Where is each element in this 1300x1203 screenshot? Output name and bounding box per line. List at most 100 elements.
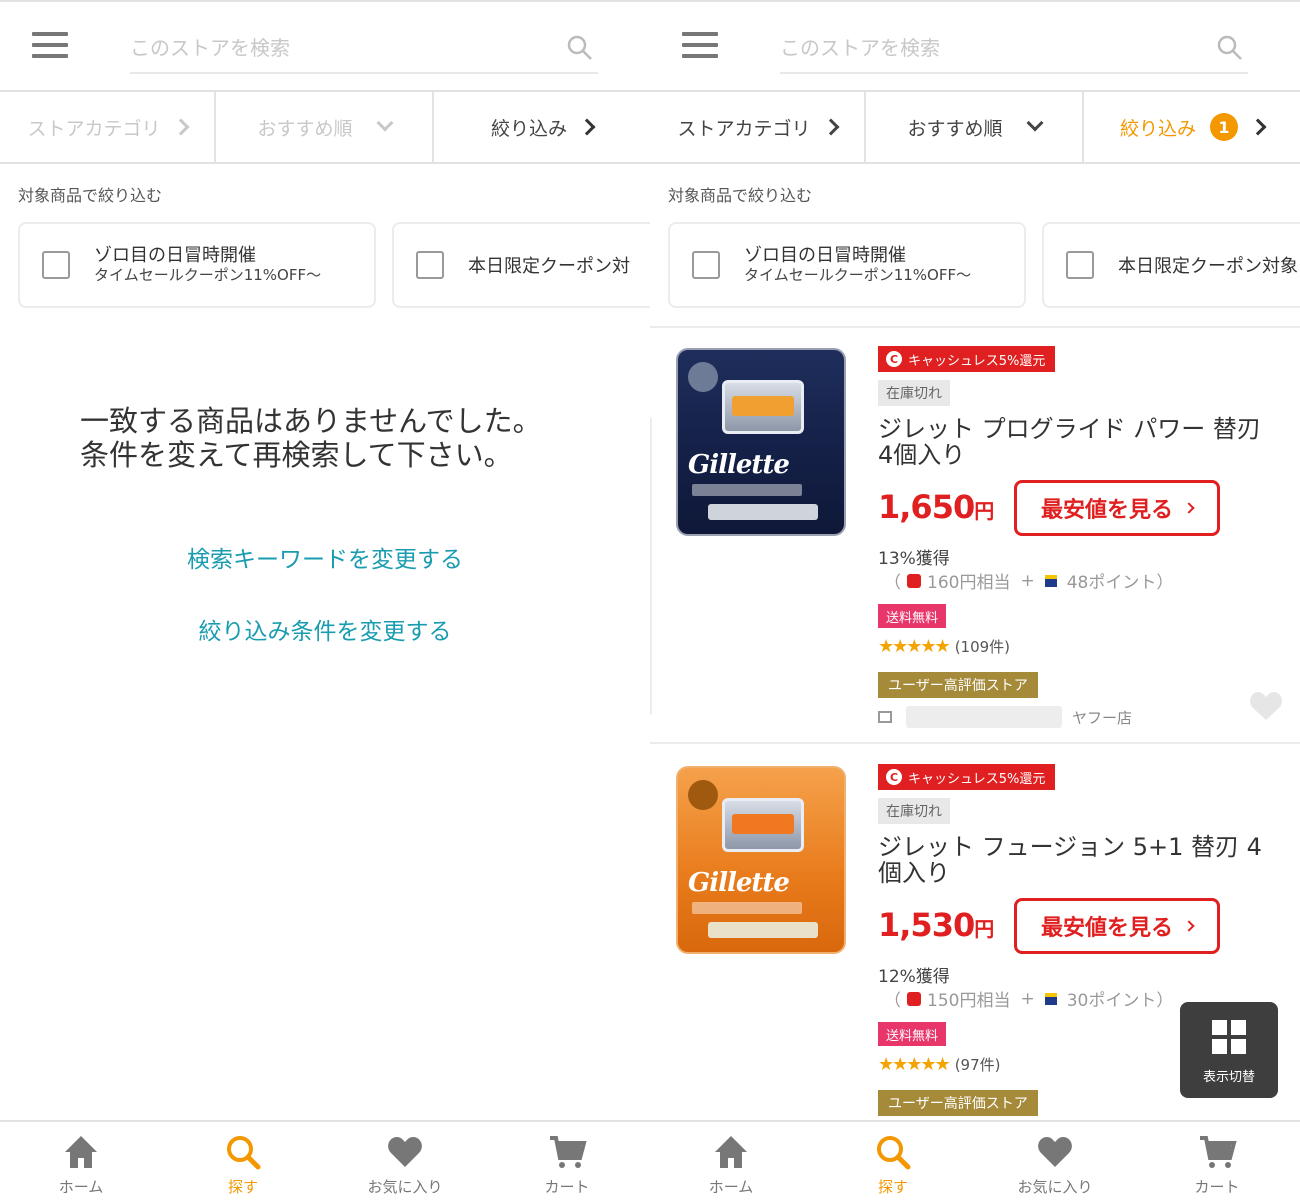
nav-label: ホーム bbox=[58, 1178, 104, 1196]
divider bbox=[650, 326, 1300, 328]
free-shipping-badge: 送料無料 bbox=[878, 1022, 947, 1046]
grid-icon bbox=[1212, 1020, 1246, 1054]
points-detail: （ 150円相当 +30ポイント） bbox=[884, 986, 1173, 1012]
star-icons: ★★★★★ bbox=[878, 636, 951, 657]
product-image-brand: Gillette bbox=[688, 450, 790, 480]
chevron-right-icon bbox=[1183, 920, 1195, 932]
chip-subtitle: タイムセールクーポン11%OFF～ bbox=[94, 266, 322, 284]
points-plus: + bbox=[1020, 988, 1035, 1009]
chip-title: 本日限定クーポン対象 bbox=[1118, 256, 1298, 277]
store-category-label: ストアカテゴリ bbox=[27, 117, 161, 140]
nav-search[interactable]: 探す bbox=[162, 1122, 324, 1203]
nav-cart[interactable]: カート bbox=[486, 1122, 648, 1203]
filter-chip-daily-coupon[interactable]: 本日限定クーポン対 bbox=[392, 222, 650, 308]
cheapest-label: 最安値を見る bbox=[1040, 498, 1173, 523]
right-screen: ストアカテゴリ おすすめ順 絞り込み 1 対象商品で絞り込む ゾロ目の日冒時開催… bbox=[650, 0, 1300, 1203]
narrow-button[interactable]: 絞り込み 1 bbox=[1084, 92, 1300, 162]
cart-icon bbox=[550, 1136, 587, 1168]
razor-blade-icon bbox=[732, 396, 794, 416]
filter-chip-daily-coupon[interactable]: 本日限定クーポン対象 bbox=[1042, 222, 1300, 308]
sort-select[interactable]: おすすめ順 bbox=[216, 92, 434, 162]
heart-icon bbox=[1038, 1137, 1072, 1167]
checkbox[interactable] bbox=[42, 251, 70, 279]
store-suffix: ヤフー店 bbox=[1072, 708, 1133, 727]
header bbox=[0, 0, 650, 92]
chevron-right-icon bbox=[1249, 118, 1267, 136]
nav-favorites[interactable]: お気に入り bbox=[974, 1122, 1136, 1203]
bottom-nav: ホーム 探す お気に入り カート bbox=[0, 1120, 650, 1203]
cheapest-price-button[interactable]: 最安値を見る bbox=[1014, 480, 1220, 536]
points-t: 48ポイント） bbox=[1066, 573, 1174, 593]
gillette-roundel-icon bbox=[688, 362, 718, 392]
store-category-button[interactable]: ストアカテゴリ bbox=[0, 92, 216, 162]
checkbox[interactable] bbox=[692, 251, 720, 279]
search-icon bbox=[877, 1136, 911, 1170]
search-input[interactable] bbox=[130, 26, 550, 70]
nav-search[interactable]: 探す bbox=[812, 1122, 974, 1203]
nav-home[interactable]: ホーム bbox=[0, 1122, 162, 1203]
nav-home[interactable]: ホーム bbox=[650, 1122, 812, 1203]
nav-cart[interactable]: カート bbox=[1136, 1122, 1298, 1203]
nav-label: カート bbox=[1194, 1178, 1240, 1196]
hamburger-menu-icon[interactable] bbox=[682, 32, 718, 62]
nav-label: お気に入り bbox=[367, 1178, 443, 1196]
chip-title: ゾロ目の日冒時開催 bbox=[744, 245, 906, 266]
price-value: 1,530 bbox=[878, 906, 975, 944]
product-image-strip bbox=[708, 504, 818, 520]
chevron-right-icon bbox=[172, 118, 189, 136]
review-count[interactable]: (97件) bbox=[955, 1054, 1001, 1075]
search-icon[interactable] bbox=[1216, 34, 1244, 62]
review-count[interactable]: (109件) bbox=[955, 636, 1010, 657]
rating: ★★★★★ (97件) bbox=[878, 1054, 1000, 1075]
tpoint-icon bbox=[1044, 574, 1057, 587]
product-image-brand: Gillette bbox=[688, 868, 790, 898]
filter-chip-zorome[interactable]: ゾロ目の日冒時開催 タイムセールクーポン11%OFF～ bbox=[668, 222, 1026, 308]
change-filter-link[interactable]: 絞り込み条件を変更する bbox=[0, 612, 650, 646]
product-image-subline bbox=[692, 484, 802, 496]
paypay-icon bbox=[907, 991, 921, 1006]
free-shipping-badge: 送料無料 bbox=[878, 604, 947, 628]
product-image[interactable]: Gillette bbox=[676, 348, 846, 536]
header bbox=[650, 0, 1300, 92]
hamburger-menu-icon[interactable] bbox=[32, 32, 68, 62]
product-name[interactable]: ジレット フュージョン 5+1 替刃 4個入り bbox=[878, 834, 1278, 886]
stock-badge: 在庫切れ bbox=[878, 380, 950, 406]
target-filter-label: 対象商品で絞り込む bbox=[18, 186, 163, 205]
nav-label: お気に入り bbox=[1017, 1178, 1093, 1196]
nav-favorites[interactable]: お気に入り bbox=[324, 1122, 486, 1203]
home-icon bbox=[65, 1136, 97, 1168]
left-screen: ストアカテゴリ おすすめ順 絞り込み 対象商品で絞り込む ゾロ目の日冒時開催 タ… bbox=[0, 0, 650, 1203]
favorite-heart-icon[interactable] bbox=[1248, 690, 1284, 722]
search-box[interactable] bbox=[780, 26, 1248, 74]
cashless-badge: C キャッシュレス5%還元 bbox=[878, 764, 1056, 790]
store-row[interactable]: ヤフー店 bbox=[878, 706, 1132, 728]
home-icon bbox=[715, 1136, 747, 1168]
nav-label: 探す bbox=[227, 1178, 258, 1196]
checkbox[interactable] bbox=[416, 251, 444, 279]
chip-subtitle: タイムセールクーポン11%OFF～ bbox=[744, 266, 972, 284]
points-rate: 13%獲得 bbox=[878, 549, 950, 569]
sort-select[interactable]: おすすめ順 bbox=[866, 92, 1084, 162]
bottom-nav: ホーム 探す お気に入り カート bbox=[650, 1120, 1300, 1203]
change-keyword-link[interactable]: 検索キーワードを変更する bbox=[0, 540, 650, 574]
product-image[interactable]: Gillette bbox=[676, 766, 846, 954]
cheapest-price-button[interactable]: 最安値を見る bbox=[1014, 898, 1220, 954]
cashless-icon: C bbox=[886, 769, 902, 785]
search-box[interactable] bbox=[130, 26, 598, 74]
view-toggle-button[interactable]: 表示切替 bbox=[1180, 1002, 1278, 1098]
view-toggle-label: 表示切替 bbox=[1202, 1070, 1255, 1085]
empty-result-message: 一致する商品はありませんでした。 条件を変えて再検索して下さい。 bbox=[80, 404, 600, 472]
product-name[interactable]: ジレット プログライド パワー 替刃 4個入り bbox=[878, 416, 1285, 468]
chip-title: 本日限定クーポン対 bbox=[468, 256, 630, 277]
store-category-button[interactable]: ストアカテゴリ bbox=[650, 92, 866, 162]
points-open: （ bbox=[884, 991, 901, 1011]
cashless-icon: C bbox=[886, 351, 902, 367]
filter-chip-zorome[interactable]: ゾロ目の日冒時開催 タイムセールクーポン11%OFF～ bbox=[18, 222, 376, 308]
search-input[interactable] bbox=[780, 26, 1200, 70]
checkbox[interactable] bbox=[1066, 251, 1094, 279]
search-icon[interactable] bbox=[566, 34, 594, 62]
rating: ★★★★★ (109件) bbox=[878, 636, 1010, 657]
chevron-down-icon bbox=[1026, 114, 1043, 132]
narrow-button[interactable]: 絞り込み bbox=[434, 92, 650, 162]
empty-message-line: 一致する商品はありませんでした。 bbox=[80, 404, 542, 438]
